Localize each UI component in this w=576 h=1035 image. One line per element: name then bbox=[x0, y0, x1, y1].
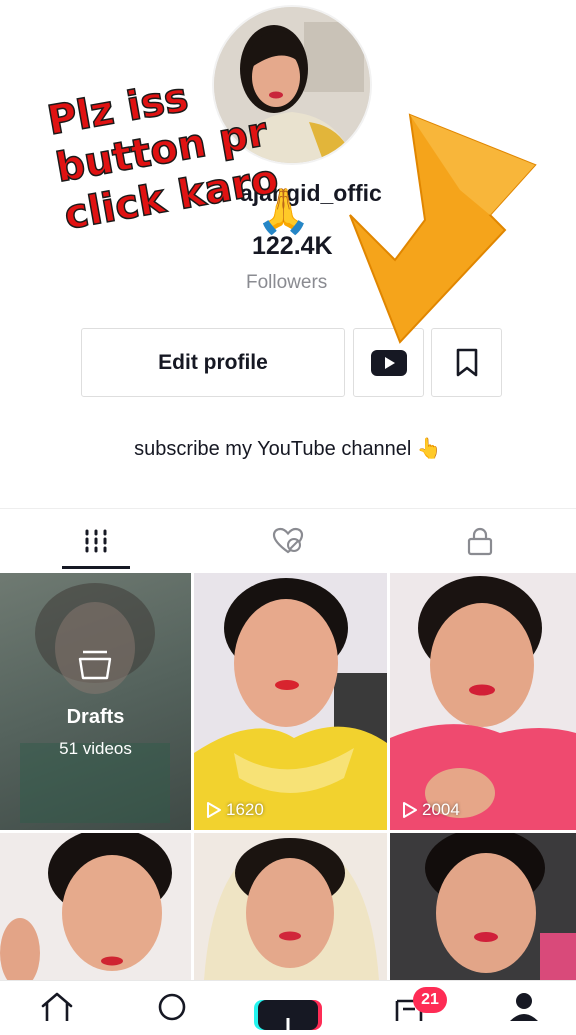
nav-home[interactable] bbox=[40, 991, 74, 1026]
video-thumbnail bbox=[194, 833, 387, 980]
drafts-icon bbox=[78, 650, 112, 680]
tab-liked[interactable] bbox=[192, 509, 384, 573]
video-tile[interactable]: 1620 bbox=[194, 573, 387, 830]
grid-icon bbox=[85, 529, 107, 553]
drafts-thumbnail bbox=[20, 583, 170, 823]
video-tile[interactable] bbox=[390, 833, 576, 980]
profile-icon bbox=[510, 993, 538, 1021]
video-tile[interactable] bbox=[194, 833, 387, 980]
create-icon bbox=[286, 1018, 290, 1030]
tab-videos[interactable] bbox=[0, 509, 192, 573]
annotation-text: Plz iss button pr click karo bbox=[43, 60, 282, 240]
video-views: 2004 bbox=[402, 800, 460, 820]
profile-bio: subscribe my YouTube channel 👆 bbox=[134, 438, 442, 460]
video-views-count: 1620 bbox=[226, 800, 264, 819]
video-tile[interactable] bbox=[0, 833, 191, 980]
youtube-icon bbox=[370, 349, 407, 376]
bookmark-icon bbox=[456, 348, 477, 376]
folded-hands-emoji: 🙏 bbox=[256, 186, 311, 237]
home-icon bbox=[41, 992, 73, 1023]
create-button[interactable] bbox=[258, 1000, 318, 1030]
drafts-tile[interactable]: Drafts 51 videos bbox=[0, 573, 191, 830]
edit-profile-button[interactable]: Edit profile bbox=[81, 328, 345, 397]
tab-private[interactable] bbox=[384, 509, 576, 573]
lock-icon bbox=[467, 527, 493, 556]
play-icon bbox=[403, 802, 417, 818]
video-thumbnail bbox=[390, 833, 576, 980]
video-views-count: 2004 bbox=[422, 800, 460, 819]
liked-heart-icon bbox=[272, 527, 304, 554]
discover-icon bbox=[158, 993, 186, 1021]
nav-profile[interactable] bbox=[508, 991, 540, 1026]
video-tile[interactable]: 2004 bbox=[390, 573, 576, 830]
play-icon bbox=[207, 802, 221, 818]
drafts-count: 51 videos bbox=[59, 739, 132, 758]
followers-label[interactable]: Followers bbox=[246, 272, 327, 294]
active-tab-indicator bbox=[62, 566, 130, 569]
video-views: 1620 bbox=[206, 800, 264, 820]
video-thumbnail bbox=[390, 573, 576, 830]
inbox-badge: 21 bbox=[413, 987, 447, 1013]
annotation-arrow bbox=[349, 113, 537, 344]
video-thumbnail bbox=[0, 833, 191, 980]
profile-tabs bbox=[0, 508, 576, 573]
nav-discover[interactable] bbox=[156, 991, 188, 1026]
video-thumbnail bbox=[194, 573, 387, 830]
drafts-label: Drafts bbox=[66, 706, 125, 728]
edit-profile-label: Edit profile bbox=[158, 350, 268, 374]
